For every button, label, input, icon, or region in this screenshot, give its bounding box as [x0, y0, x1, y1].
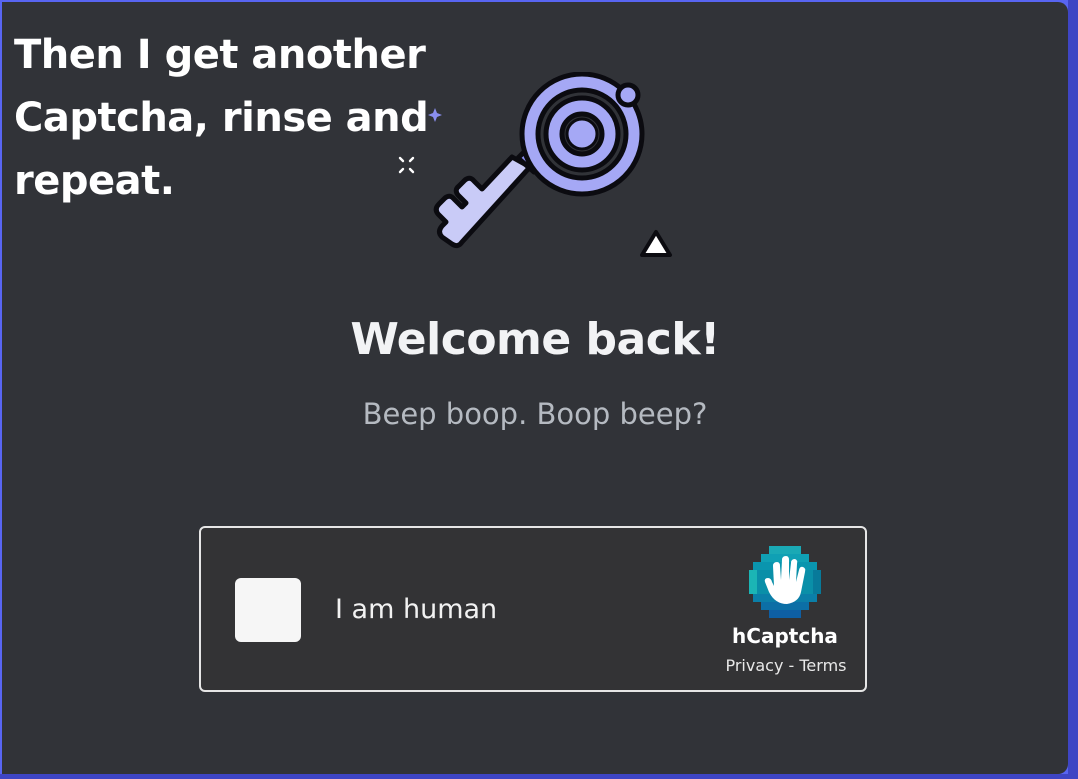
caption-line-3: repeat. [14, 158, 175, 204]
key-icon [433, 72, 645, 249]
caption-line-2: Captcha, rinse and [14, 95, 429, 141]
login-panel: Then I get another Captcha, rinse and re… [2, 2, 1068, 774]
triangle-icon [640, 230, 672, 257]
key-illustration [398, 72, 672, 257]
page-title: Welcome back! [350, 314, 720, 365]
window-border-bottom [0, 774, 1078, 779]
page-subtitle: Beep boop. Boop beep? [362, 397, 708, 431]
meme-caption: Then I get another Captcha, rinse and re… [14, 24, 434, 213]
terms-link[interactable]: Terms [799, 656, 846, 675]
checkbox-label[interactable]: I am human [335, 594, 497, 625]
link-separator: - [783, 656, 800, 675]
hcaptcha-brand: hCaptcha [732, 624, 838, 648]
privacy-link[interactable]: Privacy [725, 656, 783, 675]
hcaptcha-hand-logo-icon [749, 546, 821, 618]
dot-sparkle-icon [398, 156, 415, 174]
sparkle-icon [428, 108, 442, 122]
human-checkbox[interactable] [235, 578, 301, 642]
hcaptcha-widget: I am human hCaptcha Privacy - Terms [199, 526, 867, 692]
hcaptcha-links: Privacy - Terms [701, 656, 871, 675]
caption-line-1: Then I get another [14, 32, 426, 78]
window-border-right [1068, 0, 1078, 779]
